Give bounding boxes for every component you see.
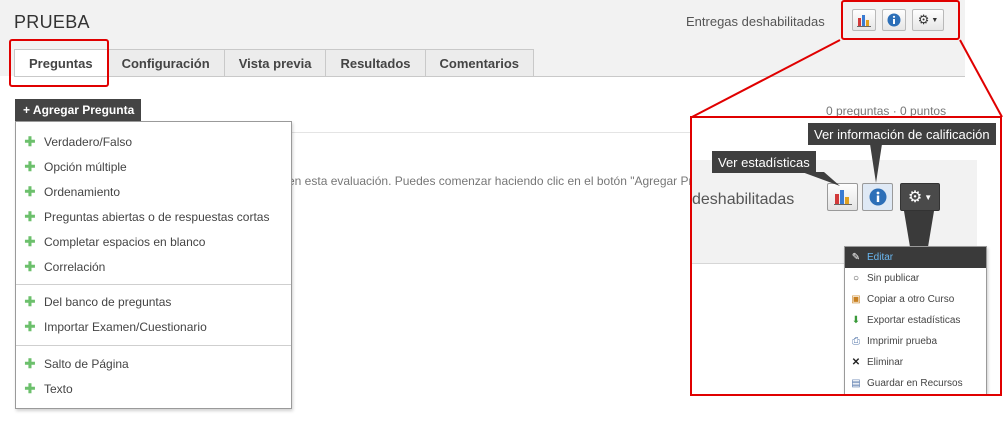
menu-item-print[interactable]: ⎙ Imprimir prueba (845, 331, 986, 352)
menu-item-text[interactable]: ✚ Texto (16, 378, 73, 400)
zoom-info-button[interactable] (862, 183, 893, 211)
tab-configuracion[interactable]: Configuración (106, 49, 225, 76)
content-divider (292, 132, 692, 133)
tab-resultados[interactable]: Resultados (325, 49, 426, 76)
page-title: PRUEBA (14, 12, 90, 32)
menu-item-multiple-choice[interactable]: ✚ Opción múltiple (16, 156, 127, 178)
plus-icon: ✚ (24, 356, 36, 371)
chevron-down-icon: ▼ (924, 192, 933, 202)
gear-icon: ⚙ (907, 189, 923, 206)
download-icon: ⬇ (851, 315, 861, 326)
menu-divider (16, 345, 291, 346)
add-question-menu: ✚ Verdadero/Falso ✚ Opción múltiple ✚ Orden… (15, 121, 292, 409)
circle-icon: ○ (852, 273, 860, 284)
zoom-status-text: deshabilitadas (692, 191, 795, 208)
empty-state-text: en esta evaluación. Puedes comenzar haci… (288, 174, 690, 188)
menu-item-copy-course[interactable]: ▣ Copiar a otro Curso (845, 289, 986, 310)
menu-item-export-stats[interactable]: ⬇ Exportar estadísticas (845, 310, 986, 331)
copy-icon: ▣ (851, 294, 861, 305)
plus-icon: ✚ (24, 259, 36, 274)
plus-icon: ✚ (24, 209, 36, 224)
zoom-settings-button[interactable]: ⚙ ▼ (900, 183, 940, 211)
plus-icon: ✚ (24, 159, 36, 174)
menu-item-unpublish[interactable]: ○ Sin publicar (845, 268, 986, 289)
printer-icon: ⎙ (852, 336, 860, 347)
menu-item-save-resources[interactable]: ▤ Guardar en Recursos (845, 373, 986, 394)
menu-item-edit[interactable]: ✎ Editar (845, 247, 986, 268)
tooltip-pointer (870, 144, 882, 183)
menu-item-matching[interactable]: ✚ Correlación (16, 256, 106, 278)
plus-icon: ✚ (24, 184, 36, 199)
menu-item-open-questions[interactable]: ✚ Preguntas abiertas o de respuestas cort… (16, 206, 270, 228)
tab-vista-previa[interactable]: Vista previa (223, 49, 327, 76)
settings-dropdown: ✎ Editar ○ Sin publicar ▣ Copiar a otro Cur… (844, 246, 987, 394)
plus-icon: ✚ (24, 381, 36, 396)
zoom-callout: deshabilitadas ⚙ ▼ Ver información de ca… (690, 116, 1002, 396)
menu-item-question-bank[interactable]: ✚ Del banco de preguntas (16, 291, 172, 313)
tooltip-statistics: Ver estadísticas (712, 151, 816, 173)
info-icon (869, 188, 886, 206)
menu-item-ordering[interactable]: ✚ Ordenamiento (16, 181, 121, 203)
tooltip-grading-info: Ver información de calificación (808, 123, 996, 145)
zoom-connector-lines (691, 39, 1003, 118)
menu-divider (16, 284, 291, 285)
plus-icon: ✚ (24, 234, 36, 249)
plus-icon: ✚ (24, 319, 36, 334)
plus-icon: ✚ (24, 294, 36, 309)
menu-item-true-false[interactable]: ✚ Verdadero/Falso (16, 131, 133, 153)
tooltip-pointer (802, 172, 840, 186)
bar-chart-icon (833, 190, 852, 205)
close-icon: ✕ (851, 357, 861, 368)
pencil-icon: ✎ (851, 252, 861, 263)
menu-item-page-break[interactable]: ✚ Salto de Página (16, 353, 129, 375)
menu-item-delete[interactable]: ✕ Eliminar (845, 352, 986, 373)
tab-highlight (9, 39, 109, 87)
add-question-button[interactable]: + Agregar Pregunta (15, 99, 141, 121)
dropdown-pointer (904, 211, 934, 247)
menu-item-import-exam[interactable]: ✚ Importar Examen/Cuestionario (16, 316, 207, 338)
tab-comentarios[interactable]: Comentarios (424, 49, 534, 76)
save-resources-icon: ▤ (851, 378, 861, 389)
menu-item-fill-blanks[interactable]: ✚ Completar espacios en blanco (16, 231, 206, 253)
plus-icon: ✚ (24, 134, 36, 149)
